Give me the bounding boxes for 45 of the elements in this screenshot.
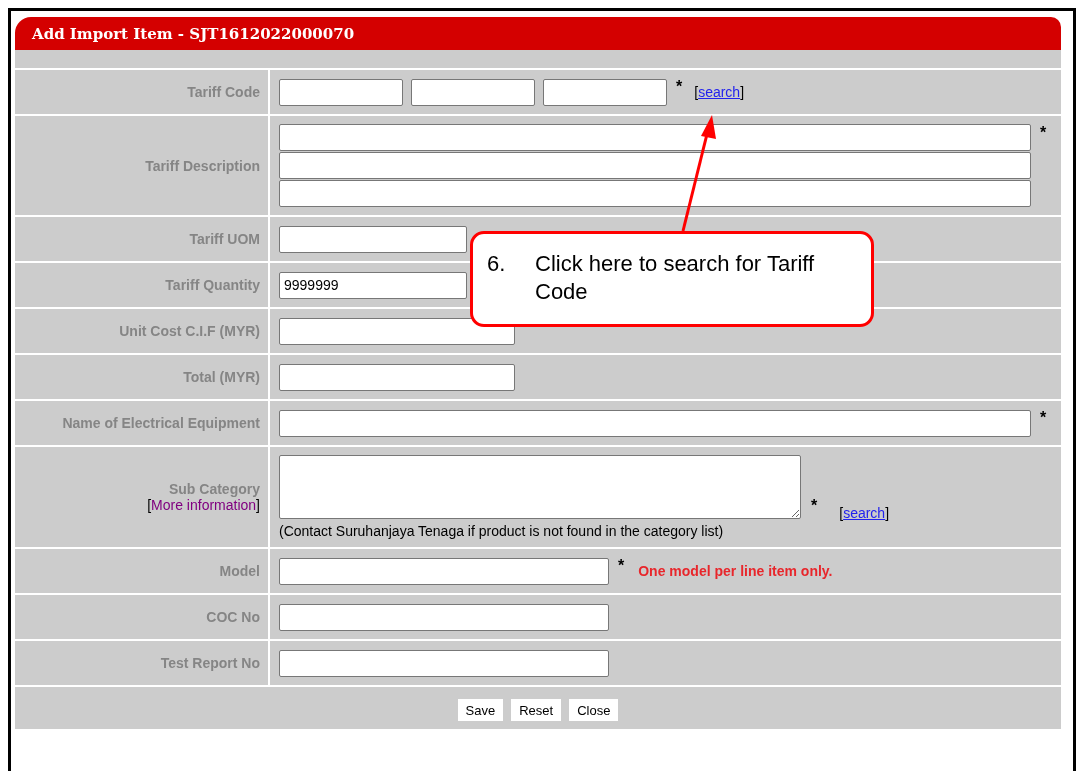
field-label: Tariff Code <box>187 84 260 100</box>
input-field[interactable] <box>279 409 1031 437</box>
field-label: Model <box>219 563 260 579</box>
field-label: COC No <box>206 609 260 625</box>
input-field[interactable] <box>543 78 667 106</box>
field-label: Test Report No <box>160 655 260 671</box>
input-field[interactable] <box>279 603 609 631</box>
input-field[interactable] <box>279 124 1031 151</box>
form-button[interactable]: Close <box>569 699 619 721</box>
text-area[interactable] <box>279 455 801 519</box>
callout-text: Click here to search for Tariff Code <box>535 250 816 306</box>
required-mark: * <box>676 78 683 96</box>
input-field[interactable] <box>279 152 1031 179</box>
required-mark: * <box>1040 124 1047 142</box>
more-information-text: [More information] <box>147 497 260 513</box>
required-mark: * <box>811 497 818 515</box>
required-mark: * <box>618 557 625 575</box>
input-field[interactable] <box>279 317 515 345</box>
input-field[interactable]: 9999999 <box>279 271 467 299</box>
field-label: Tariff Description <box>145 157 260 174</box>
field-label: Name of Electrical Equipment <box>62 415 260 431</box>
input-field[interactable] <box>279 225 467 253</box>
field-label: Tariff Quantity <box>165 277 260 293</box>
field-label: Tariff UOM <box>189 231 260 247</box>
form-button[interactable]: Reset <box>511 699 562 721</box>
input-field[interactable] <box>279 649 609 677</box>
dialog-title: Add Import Item - SJT1612022000070 <box>32 24 355 43</box>
input-field[interactable] <box>279 557 609 585</box>
input-field[interactable] <box>279 363 515 391</box>
field-label: Unit Cost C.I.F (MYR) <box>119 323 260 339</box>
input-field[interactable] <box>279 180 1031 207</box>
search-link[interactable]: search <box>843 505 886 521</box>
search-link-text: [search] <box>839 505 890 521</box>
field-label: Total (MYR) <box>183 369 260 385</box>
input-field[interactable] <box>411 78 535 106</box>
form-button[interactable]: Save <box>457 699 504 721</box>
field-label: Sub Category <box>169 481 260 497</box>
warning-text: One model per line item only. <box>638 563 833 579</box>
hint-text: (Contact Suruhanjaya Tenaga if product is not found in the category list) <box>279 523 724 539</box>
step-number: 6. <box>487 250 507 278</box>
search-link-text: [search] <box>694 84 745 100</box>
search-link[interactable]: search <box>698 84 741 100</box>
input-field[interactable] <box>279 78 403 106</box>
more-information-link[interactable]: More information <box>151 497 257 513</box>
required-mark: * <box>1040 409 1047 427</box>
